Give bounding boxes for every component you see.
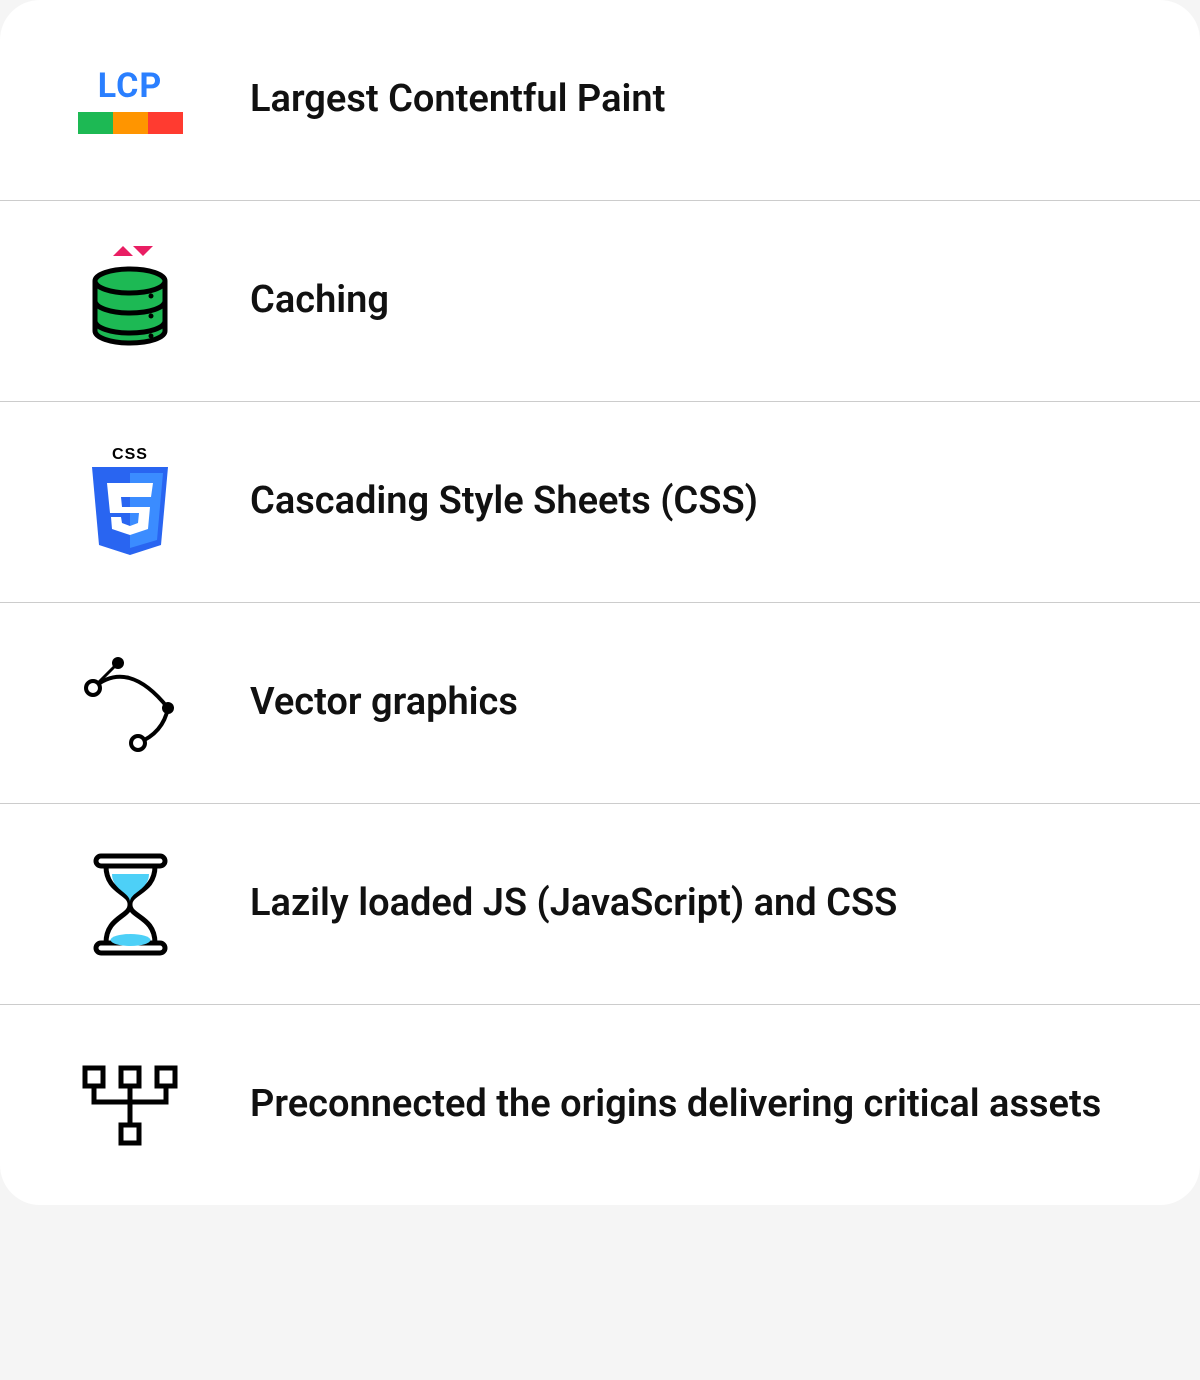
list-item[interactable]: Lazily loaded JS (JavaScript) and CSS xyxy=(0,804,1200,1005)
list-item[interactable]: CSS Cascading Style Sheets (CSS) xyxy=(0,402,1200,603)
item-label: Caching xyxy=(250,276,389,325)
list-item[interactable]: Vector graphics xyxy=(0,603,1200,804)
svg-text:CSS: CSS xyxy=(112,446,148,463)
hourglass-icon xyxy=(75,849,185,959)
list-item[interactable]: LCP Largest Contentful Paint xyxy=(0,0,1200,201)
lcp-icon: LCP xyxy=(75,45,185,155)
item-label: Lazily loaded JS (JavaScript) and CSS xyxy=(250,879,897,928)
item-label: Largest Contentful Paint xyxy=(250,75,665,124)
list-item[interactable]: Caching xyxy=(0,201,1200,402)
item-label: Preconnected the origins delivering crit… xyxy=(250,1080,1101,1129)
css-shield-icon: CSS xyxy=(75,447,185,557)
lcp-bar xyxy=(78,112,183,134)
item-label: Cascading Style Sheets (CSS) xyxy=(250,477,758,526)
item-label: Vector graphics xyxy=(250,678,518,727)
database-cache-icon xyxy=(75,246,185,356)
list: LCP Largest Contentful Paint xyxy=(0,0,1200,1205)
card: LCP Largest Contentful Paint xyxy=(0,0,1200,1205)
network-preconnect-icon xyxy=(75,1050,185,1160)
lcp-icon-text: LCP xyxy=(98,66,163,106)
list-item[interactable]: Preconnected the origins delivering crit… xyxy=(0,1005,1200,1205)
vector-bezier-icon xyxy=(75,648,185,758)
